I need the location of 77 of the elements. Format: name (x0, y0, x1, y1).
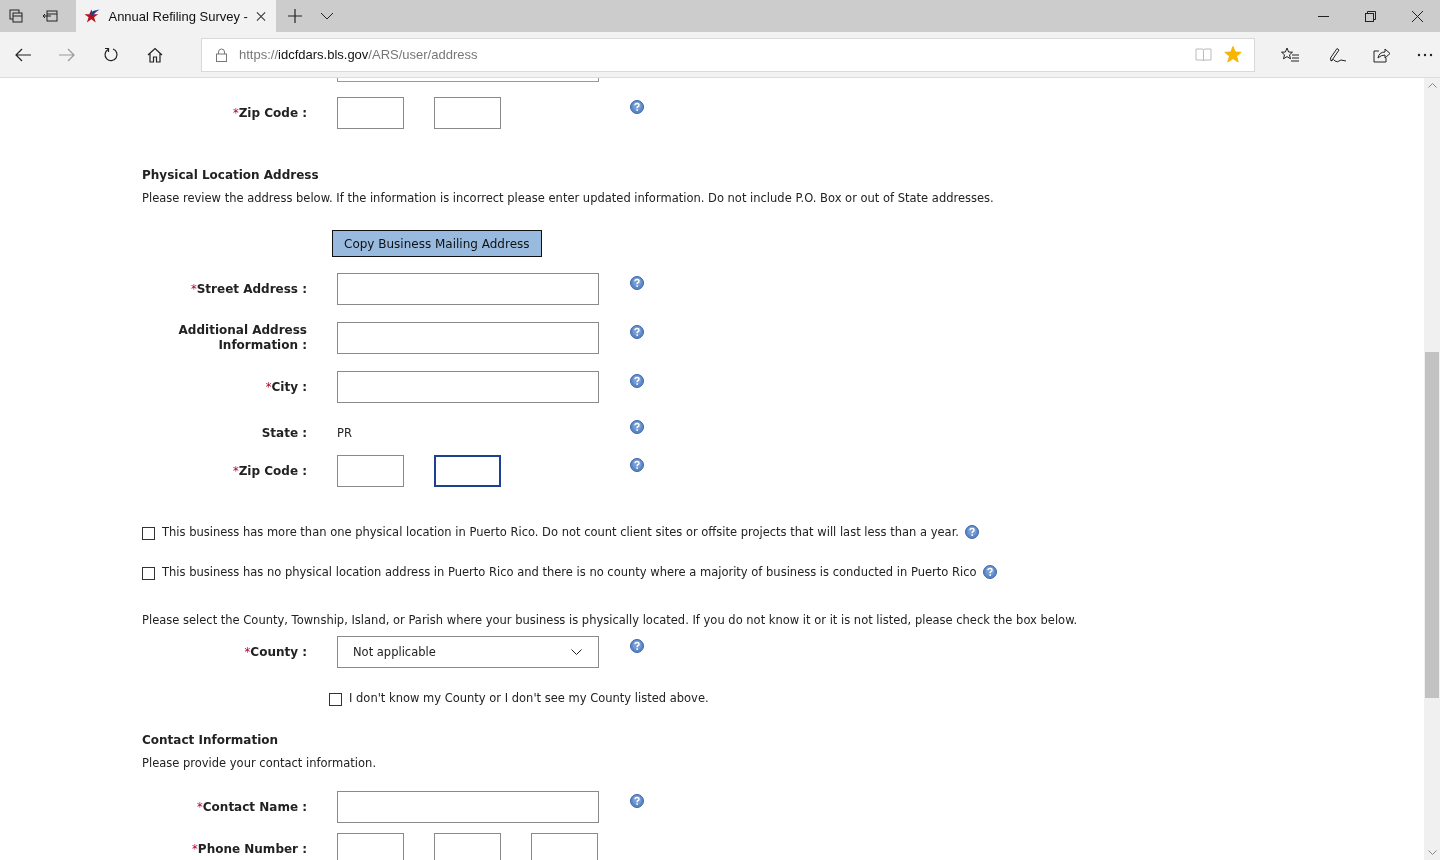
favorites-list-icon[interactable] (1281, 46, 1299, 63)
required-mark: * (197, 800, 203, 814)
browser-tab[interactable]: Annual Refiling Survey - (76, 0, 276, 32)
restore-icon[interactable] (1365, 10, 1376, 22)
required-mark: * (232, 106, 239, 120)
help-icon[interactable] (982, 565, 997, 579)
help-icon[interactable] (630, 276, 644, 290)
help-icon[interactable] (630, 374, 644, 388)
input-field[interactable] (337, 322, 599, 354)
forward-arrow-icon[interactable] (59, 47, 75, 62)
address-bar[interactable]: https://idcfdars.bls.gov/ARS/user/address (201, 37, 1255, 72)
chevron-down-icon[interactable] (320, 12, 334, 20)
back-arrow-icon[interactable] (15, 47, 31, 62)
help-icon[interactable] (630, 794, 644, 808)
copy-address-button[interactable]: Copy Business Mailing Address (332, 230, 542, 257)
share-icon[interactable] (1373, 46, 1391, 63)
input-field[interactable] (337, 833, 404, 860)
home-icon[interactable] (147, 46, 163, 63)
set-aside-tabs-icon[interactable] (42, 10, 58, 22)
new-tab-icon[interactable] (288, 9, 302, 23)
instruction-text: Please provide your contact information. (142, 755, 378, 771)
required-mark: * (232, 464, 239, 478)
tab-title: Annual Refiling Survey - (108, 8, 248, 24)
close-tab-icon[interactable] (255, 10, 266, 22)
lock-icon (216, 47, 227, 62)
help-icon[interactable] (630, 325, 644, 339)
county-dropdown[interactable]: Not applicable (337, 636, 599, 668)
input-field[interactable] (337, 791, 599, 823)
input-field[interactable] (337, 371, 599, 403)
help-icon[interactable] (630, 420, 644, 434)
checkbox-label: This business has no physical location address in Puerto Rico and there is no county where a majority of business is conducted in Puerto Rico (162, 564, 977, 580)
input-field[interactable] (337, 455, 404, 487)
input-field[interactable] (337, 97, 404, 129)
field-label: Phone Number : (197, 841, 307, 857)
input-field[interactable] (434, 455, 501, 487)
field-label: County : (250, 644, 307, 660)
required-mark: * (192, 842, 198, 856)
input-field[interactable] (434, 97, 501, 129)
chevron-down-icon (571, 649, 582, 655)
input-field[interactable] (337, 273, 599, 305)
field-value: PR (337, 426, 352, 440)
checkbox-label: This business has more than one physical location in Puerto Rico. Do not count client sites or offsite projects that will last less than a year. (162, 524, 959, 540)
checkbox[interactable] (329, 692, 342, 706)
field-label: Contact Name : (202, 799, 307, 815)
scroll-down-icon[interactable] (1427, 850, 1437, 855)
help-icon[interactable] (630, 100, 644, 114)
field-label: State : (261, 425, 307, 441)
section-heading: Physical Location Address (142, 167, 320, 183)
required-mark: * (190, 282, 197, 296)
help-icon[interactable] (630, 458, 644, 472)
input-field[interactable] (434, 833, 501, 860)
favorite-star-icon[interactable] (1224, 46, 1242, 63)
refresh-icon[interactable] (103, 46, 119, 63)
instruction-text: Please select the County, Township, Island, or Parish where your business is physically located. If you do not know it or it is not listed, please check the box below. (142, 612, 1079, 628)
star-favicon-icon (84, 8, 101, 24)
required-mark: * (244, 645, 251, 659)
scrollbar-thumb[interactable] (1425, 352, 1439, 698)
instruction-text: Please review the address below. If the information is incorrect please enter updated information. Do not include P.O. Box or out of State addresses. (142, 190, 995, 206)
field-label: Zip Code : (238, 463, 307, 479)
field-label: Street Address : (196, 281, 307, 297)
close-icon[interactable] (1412, 10, 1423, 22)
url-text: https://idcfdars.bls.gov/ARS/user/address (239, 47, 478, 62)
tabs-icon[interactable] (9, 9, 23, 23)
help-icon[interactable] (965, 525, 979, 539)
field-label: Zip Code : (238, 105, 307, 121)
checkbox[interactable] (142, 566, 155, 580)
help-icon[interactable] (630, 639, 644, 653)
more-icon[interactable] (1417, 52, 1433, 57)
input-field[interactable] (531, 833, 598, 860)
required-mark: * (265, 380, 272, 394)
section-heading: Contact Information (142, 732, 280, 748)
pen-icon[interactable] (1329, 46, 1347, 63)
scroll-up-icon[interactable] (1427, 83, 1437, 88)
checkbox-label: I don't know my County or I don't see my County listed above. (349, 690, 709, 706)
field-label: City : (271, 379, 307, 395)
checkbox[interactable] (142, 526, 155, 540)
field-label: Additional Address Information : (177, 323, 307, 353)
